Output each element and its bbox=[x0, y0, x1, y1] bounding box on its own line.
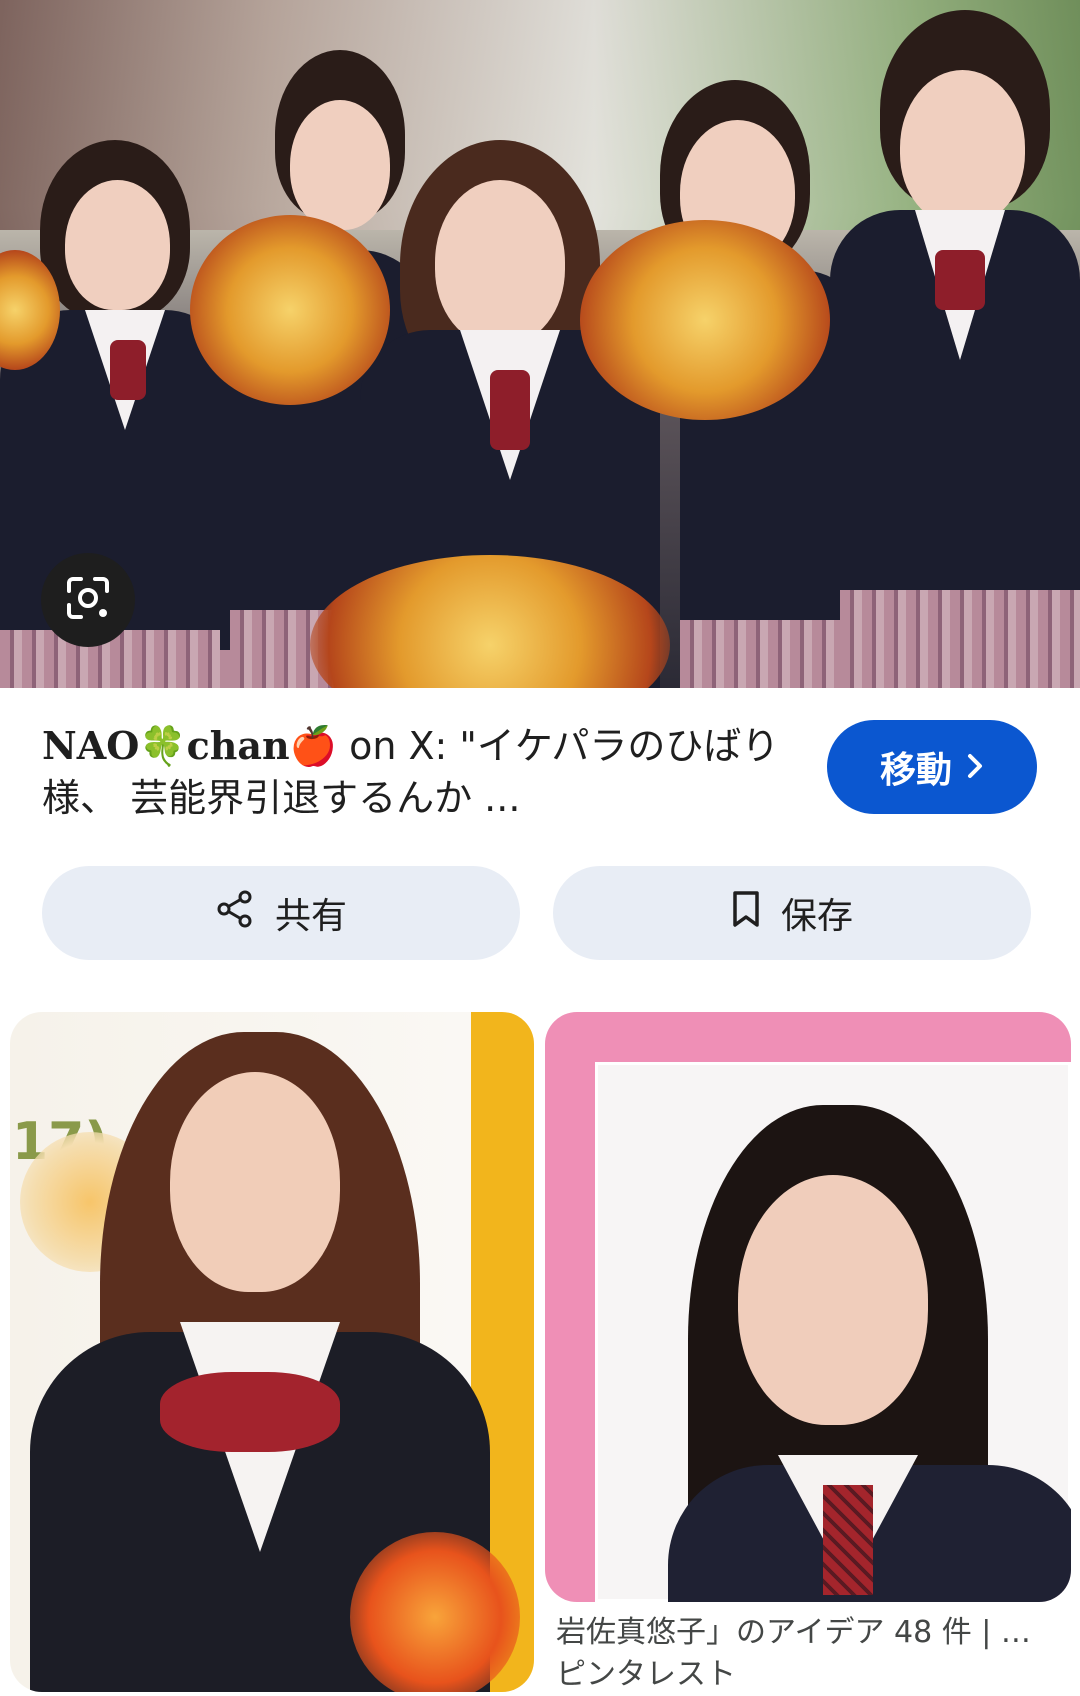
visit-button-label: 移動 bbox=[879, 750, 952, 791]
related-caption-source[interactable]: ピンタレスト bbox=[556, 1654, 1071, 1696]
clover-icon: 🍀 bbox=[139, 724, 187, 768]
main-image[interactable] bbox=[0, 0, 1080, 688]
lens-icon bbox=[63, 573, 113, 627]
save-label: 保存 bbox=[780, 896, 853, 937]
related-image-left[interactable]: 17) bbox=[10, 1012, 534, 1692]
related-image-right[interactable] bbox=[545, 1012, 1071, 1602]
portrait-bow bbox=[160, 1372, 340, 1452]
bookmark-icon bbox=[731, 889, 761, 938]
share-button[interactable]: 共有 bbox=[42, 866, 520, 960]
title-text-chan: chan bbox=[186, 723, 290, 768]
lens-search-button[interactable] bbox=[41, 553, 135, 647]
visit-button[interactable]: 移動 bbox=[827, 720, 1037, 814]
portrait-face bbox=[738, 1175, 928, 1425]
share-label: 共有 bbox=[274, 896, 347, 937]
title-text-nao: NAO bbox=[42, 723, 140, 768]
related-caption[interactable]: 岩佐真悠子」のアイデア 48 件 | … bbox=[556, 1612, 1071, 1654]
portrait-tie bbox=[823, 1485, 873, 1595]
photo-frame bbox=[595, 1062, 1071, 1602]
person-5 bbox=[820, 10, 1080, 688]
share-icon bbox=[215, 889, 255, 938]
save-button[interactable]: 保存 bbox=[553, 866, 1031, 960]
flower-bottom bbox=[350, 1532, 520, 1692]
chevron-right-icon bbox=[966, 747, 984, 788]
portrait-face bbox=[170, 1072, 340, 1292]
result-title[interactable]: NAO🍀chan🍎 on X: "イケパラのひばり様、 芸能界引退するんか ..… bbox=[42, 720, 782, 824]
pompom-right bbox=[580, 220, 830, 420]
apple-icon: 🍎 bbox=[289, 724, 337, 768]
pompom-left bbox=[190, 215, 390, 405]
